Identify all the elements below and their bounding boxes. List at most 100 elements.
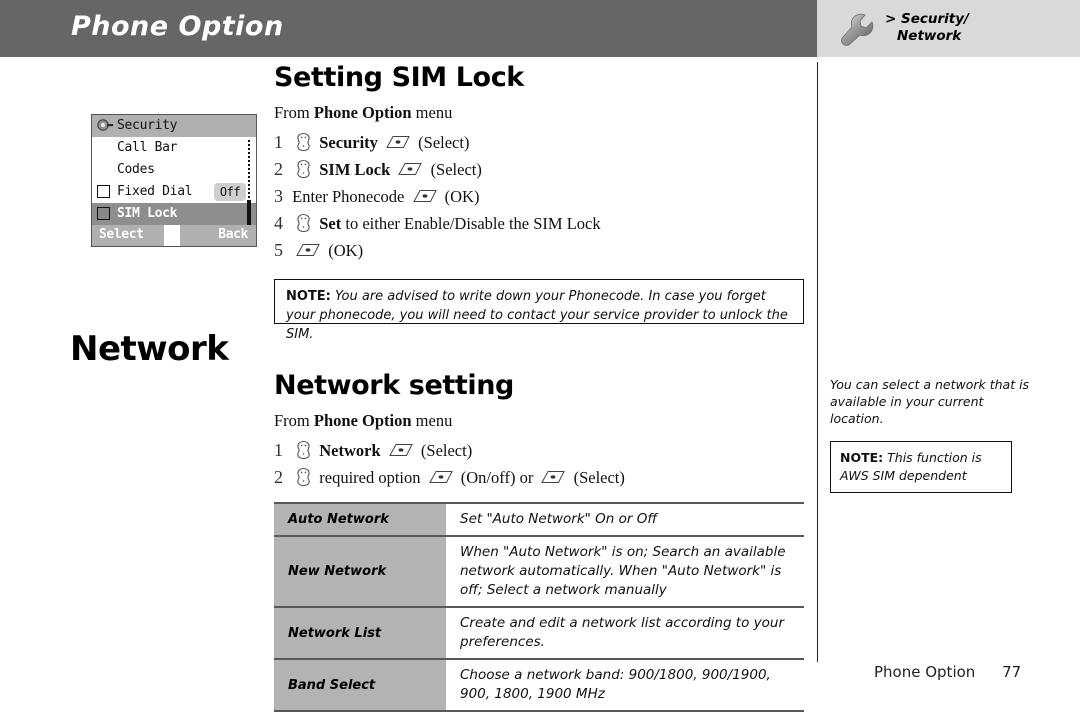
header-title-bar: Phone Option xyxy=(0,0,817,57)
fixed-dial-status-badge: Off xyxy=(214,183,246,201)
softkey-icon xyxy=(386,136,410,148)
step-text: required option xyxy=(319,468,421,487)
phone-screen-titlebar: Security xyxy=(92,115,256,137)
phone-scrollbar-thumb[interactable] xyxy=(247,200,251,226)
table-cell-key: Network List xyxy=(274,606,447,659)
table-cell-value: Set "Auto Network" On or Off xyxy=(446,502,804,536)
sim-lock-heading: Setting SIM Lock xyxy=(274,62,524,93)
sim-step-4: 4 Set to either Enable/Disable the SIM L… xyxy=(274,210,804,237)
note-box-aws-sim: NOTE: This function is AWS SIM dependent xyxy=(830,441,1012,493)
page-title: Phone Option xyxy=(71,11,284,42)
sim-lock-from-line: From Phone Option menu xyxy=(274,103,804,123)
step-tail-2: (Select) xyxy=(573,468,625,487)
step-text: Enter Phonecode xyxy=(292,187,405,206)
table-row: Auto Network Set "Auto Network" On or Of… xyxy=(274,502,804,536)
table-cell-key: Band Select xyxy=(274,658,447,712)
from-suffix: menu xyxy=(411,411,453,430)
phone-menu-label: SIM Lock xyxy=(117,206,178,221)
table-row: Band Select Choose a network band: 900/1… xyxy=(274,658,804,712)
header-breadcrumb-area: > Security/ Network xyxy=(817,0,1080,57)
from-prefix: From xyxy=(274,103,314,122)
step-number: 2 xyxy=(274,159,283,179)
network-step-1: 1 Network (Select) xyxy=(274,437,804,464)
step-text: to either Enable/Disable the SIM Lock xyxy=(341,214,601,233)
navigation-key-icon xyxy=(297,467,310,486)
checkbox-fixed-dial[interactable] xyxy=(97,185,110,198)
from-menu-name: Phone Option xyxy=(313,411,412,430)
network-section-heading: Network xyxy=(70,329,229,369)
breadcrumb-line-1: > Security/ xyxy=(885,11,969,27)
footer-section-name: Phone Option xyxy=(874,663,976,681)
sim-step-3: 3 Enter Phonecode (OK) xyxy=(274,183,804,210)
navigation-key-icon xyxy=(297,159,310,178)
network-step-2: 2 required option (On/off) or (Select) xyxy=(274,464,804,491)
step-number: 5 xyxy=(274,240,283,260)
step-bold-term: Network xyxy=(319,441,381,460)
step-tail: (Select) xyxy=(430,160,482,179)
step-tail: (OK) xyxy=(444,187,480,206)
phone-screen-mockup: Security Call Bar Codes Fixed Dial SIM L… xyxy=(91,114,257,247)
softkey-select[interactable]: Select xyxy=(99,227,144,242)
note-label: NOTE: xyxy=(286,289,331,304)
footer-page-number: 77 xyxy=(1002,663,1022,681)
step-number: 1 xyxy=(274,440,283,460)
step-number: 4 xyxy=(274,213,283,233)
sidebar-tip-text: You can select a network that is availab… xyxy=(830,377,1030,426)
table-cell-value: Create and edit a network list according… xyxy=(446,606,804,659)
step-bold-term: Security xyxy=(319,133,378,152)
navigation-key-icon xyxy=(297,132,310,151)
softkey-icon xyxy=(412,190,437,202)
step-number: 2 xyxy=(274,467,283,487)
step-tail: (OK) xyxy=(328,241,364,260)
softkey-icon xyxy=(388,444,413,456)
phone-menu-item-sim-lock[interactable]: SIM Lock xyxy=(92,203,256,225)
from-menu-name: Phone Option xyxy=(313,103,412,122)
phone-menu-item-codes[interactable]: Codes xyxy=(92,159,256,181)
table-cell-key: New Network xyxy=(274,535,447,607)
step-number: 3 xyxy=(274,186,283,206)
padlock-icon xyxy=(97,119,113,131)
sim-step-1: 1 Security (Select) xyxy=(274,129,804,156)
sim-lock-section: Setting SIM Lock From Phone Option menu … xyxy=(274,62,804,264)
wrench-icon xyxy=(841,13,874,46)
softkey-icon xyxy=(296,244,320,256)
phone-menu-label: Call Bar xyxy=(117,140,178,155)
page-header: Phone Option > Security/ Network xyxy=(0,0,1080,57)
navigation-key-icon xyxy=(297,213,310,232)
checkbox-sim-lock[interactable] xyxy=(97,207,110,220)
softkey-icon xyxy=(398,163,423,175)
step-number: 1 xyxy=(274,132,283,152)
note-box-phonecode: NOTE: You are advised to write down your… xyxy=(274,279,804,342)
network-setting-heading: Network setting xyxy=(274,370,514,401)
phone-softkey-bar: Select Back xyxy=(92,225,256,246)
phone-screen-title: Security xyxy=(117,118,178,133)
breadcrumb: > Security/ Network xyxy=(885,11,969,45)
softkey-icon xyxy=(428,471,453,483)
step-tail: (Select) xyxy=(418,133,470,152)
table-row: Network List Create and edit a network l… xyxy=(274,606,804,659)
table-cell-value: When "Auto Network" is on; Search an ava… xyxy=(446,535,804,607)
step-bold-term: Set xyxy=(319,214,342,233)
step-tail: (On/off) or xyxy=(460,468,534,487)
network-options-table: Auto Network Set "Auto Network" On or Of… xyxy=(274,502,804,712)
column-divider xyxy=(817,62,818,662)
phone-menu-label: Fixed Dial xyxy=(117,184,193,199)
sim-step-5: 5 (OK) xyxy=(274,237,804,264)
breadcrumb-line-2: Network xyxy=(897,28,962,44)
table-row: New Network When "Auto Network" is on; S… xyxy=(274,535,804,607)
from-suffix: menu xyxy=(411,103,453,122)
page-footer: Phone Option 77 xyxy=(874,663,1021,681)
step-tail: (Select) xyxy=(420,441,473,460)
softkey-divider xyxy=(164,225,180,246)
from-prefix: From xyxy=(274,411,314,430)
softkey-icon-2 xyxy=(541,471,566,483)
table-cell-key: Auto Network xyxy=(274,502,447,536)
navigation-key-icon xyxy=(297,440,310,459)
network-from-line: From Phone Option menu xyxy=(274,411,804,431)
note-text: You are advised to write down your Phone… xyxy=(286,289,788,342)
softkey-back[interactable]: Back xyxy=(218,227,248,242)
table-cell-value: Choose a network band: 900/1800, 900/190… xyxy=(446,658,804,712)
network-setting-section: Network setting From Phone Option menu 1… xyxy=(274,370,804,491)
phone-menu-item-call-bar[interactable]: Call Bar xyxy=(92,137,256,159)
phone-menu-label: Codes xyxy=(117,162,155,177)
